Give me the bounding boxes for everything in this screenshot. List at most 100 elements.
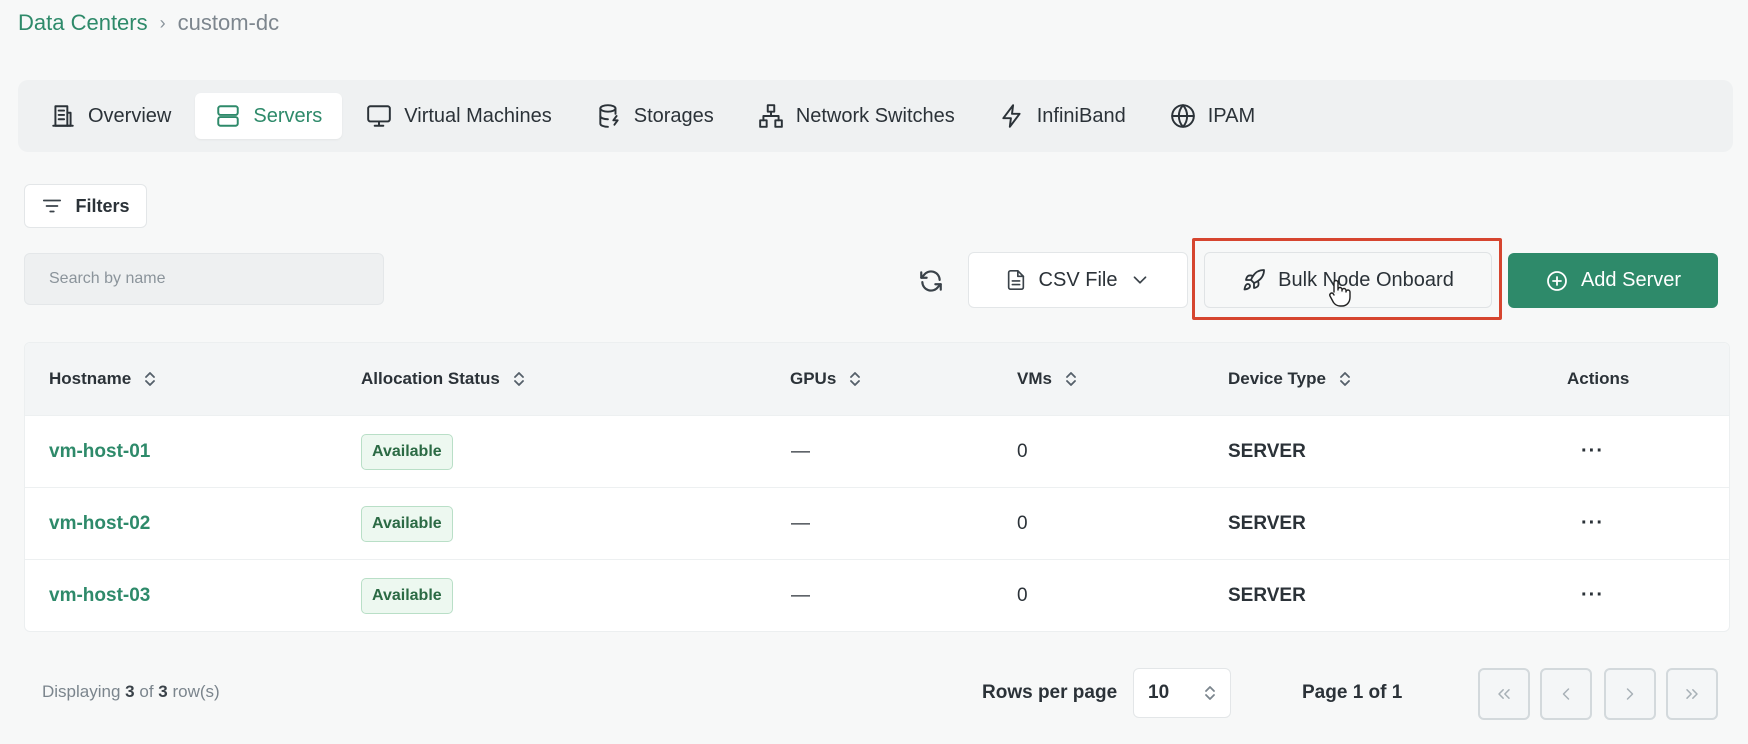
gpus-value: — — [791, 512, 810, 534]
tab-servers[interactable]: Servers — [195, 93, 343, 139]
page-info: Page 1 of 1 — [1302, 682, 1403, 703]
tab-virtual-machines[interactable]: Virtual Machines — [346, 93, 571, 139]
tab-ipam[interactable]: IPAM — [1150, 93, 1275, 139]
chevron-up-down-icon — [1205, 686, 1215, 700]
row-actions-menu[interactable]: ··· — [1581, 584, 1604, 607]
network-icon — [759, 104, 783, 128]
rocket-icon — [1243, 269, 1266, 291]
chevrons-left-icon — [1498, 689, 1510, 699]
tab-storages[interactable]: Storages — [576, 93, 734, 139]
total-count: 3 — [158, 682, 168, 701]
tab-label: Storages — [633, 104, 714, 127]
tab-infiniband[interactable]: InfiniBand — [979, 93, 1146, 139]
row-actions-menu[interactable]: ··· — [1581, 512, 1604, 535]
column-header-hostname[interactable]: Hostname — [49, 369, 157, 389]
hostname-link[interactable]: vm-host-01 — [49, 441, 150, 463]
breadcrumb-data-centers-link[interactable]: Data Centers — [18, 10, 148, 36]
column-header-vms[interactable]: VMs — [1017, 369, 1078, 389]
breadcrumb: Data Centers › custom-dc — [18, 10, 279, 36]
column-header-actions: Actions — [1567, 369, 1629, 389]
next-page-button[interactable] — [1604, 668, 1656, 720]
add-server-label: Add Server — [1580, 269, 1682, 291]
chevron-down-icon — [1134, 276, 1147, 284]
rows-per-page-label: Rows per page — [982, 682, 1118, 703]
device-type-value: SERVER — [1228, 584, 1306, 606]
table-header: Hostname Allocation Status GPUs VMs Devi… — [25, 343, 1729, 415]
servers-table: Hostname Allocation Status GPUs VMs Devi… — [24, 342, 1730, 632]
server-icon — [217, 105, 240, 127]
tab-label: IPAM — [1207, 104, 1256, 127]
tab-overview[interactable]: Overview — [30, 93, 191, 139]
column-label: VMs — [1017, 369, 1052, 388]
tab-label: Servers — [253, 104, 323, 127]
column-label: Device Type — [1228, 369, 1326, 388]
row-count-info: Displaying 3 of 3 row(s) — [42, 682, 220, 702]
filter-lines-icon — [43, 199, 62, 213]
column-label: GPUs — [790, 369, 837, 388]
status-badge: Available — [361, 433, 453, 470]
vms-value: 0 — [1017, 440, 1028, 462]
vms-value: 0 — [1017, 584, 1028, 606]
search-input[interactable] — [24, 253, 384, 305]
column-label: Hostname — [49, 369, 132, 388]
column-header-allocation-status[interactable]: Allocation Status — [361, 369, 526, 389]
file-icon — [1007, 270, 1024, 290]
tab-label: Network Switches — [795, 104, 955, 127]
column-label: Actions — [1567, 369, 1630, 388]
tab-bar: Overview Servers Virtual Machines Storag… — [18, 80, 1733, 152]
device-type-value: SERVER — [1228, 440, 1306, 462]
last-page-button[interactable] — [1666, 668, 1718, 720]
sort-icon — [850, 372, 861, 386]
sort-icon — [513, 372, 524, 386]
rows-per-page-value: 10 — [1148, 682, 1170, 703]
column-header-device-type[interactable]: Device Type — [1228, 369, 1352, 389]
tab-network-switches[interactable]: Network Switches — [738, 93, 975, 139]
monitor-icon — [367, 105, 392, 127]
device-type-value: SERVER — [1228, 512, 1306, 534]
column-label: Allocation Status — [361, 369, 500, 388]
plus-circle-icon — [1547, 270, 1567, 291]
csv-file-dropdown[interactable]: CSV File — [968, 252, 1188, 308]
table-row: vm-host-03 Available — 0 SERVER ··· — [25, 559, 1729, 631]
hostname-link[interactable]: vm-host-03 — [49, 585, 150, 607]
previous-page-button[interactable] — [1540, 668, 1592, 720]
globe-icon — [1170, 104, 1195, 128]
rows-per-page-select[interactable]: 10 — [1133, 668, 1231, 718]
gpus-value: — — [791, 584, 810, 606]
breadcrumb-separator: › — [159, 12, 166, 33]
add-server-button[interactable]: Add Server — [1508, 253, 1718, 308]
hostname-link[interactable]: vm-host-02 — [49, 513, 150, 535]
gpus-value: — — [791, 440, 810, 462]
refresh-button[interactable] — [912, 262, 950, 300]
bulk-node-onboard-label: Bulk Node Onboard — [1278, 268, 1454, 291]
sort-icon — [1340, 372, 1350, 386]
building-icon — [52, 105, 74, 127]
chevrons-right-icon — [1686, 689, 1698, 699]
tab-label: InfiniBand — [1036, 104, 1126, 127]
shown-count: 3 — [125, 682, 135, 701]
column-header-gpus[interactable]: GPUs — [790, 369, 862, 389]
breadcrumb-current: custom-dc — [177, 10, 280, 35]
filters-label: Filters — [75, 195, 130, 216]
table-row: vm-host-01 Available — 0 SERVER ··· — [25, 415, 1729, 487]
status-badge: Available — [361, 505, 453, 542]
tab-label: Virtual Machines — [404, 104, 552, 127]
database-icon — [599, 104, 619, 128]
filters-button[interactable]: Filters — [24, 184, 147, 228]
refresh-icon — [920, 270, 942, 292]
status-badge: Available — [361, 577, 453, 614]
displaying-prefix: Displaying — [42, 682, 121, 701]
hand-cursor-icon — [1329, 279, 1351, 307]
table-row: vm-host-02 Available — 0 SERVER ··· — [25, 487, 1729, 559]
csv-file-label: CSV File — [1038, 268, 1118, 291]
sort-icon — [145, 372, 156, 386]
row-actions-menu[interactable]: ··· — [1581, 440, 1604, 463]
first-page-button[interactable] — [1478, 668, 1530, 720]
lightning-icon — [1002, 104, 1021, 128]
chevron-right-icon — [1626, 688, 1634, 700]
chevron-left-icon — [1562, 688, 1570, 700]
vms-value: 0 — [1017, 512, 1028, 534]
tab-label: Overview — [88, 104, 172, 127]
of-text: of — [139, 682, 154, 701]
sort-icon — [1066, 372, 1076, 386]
